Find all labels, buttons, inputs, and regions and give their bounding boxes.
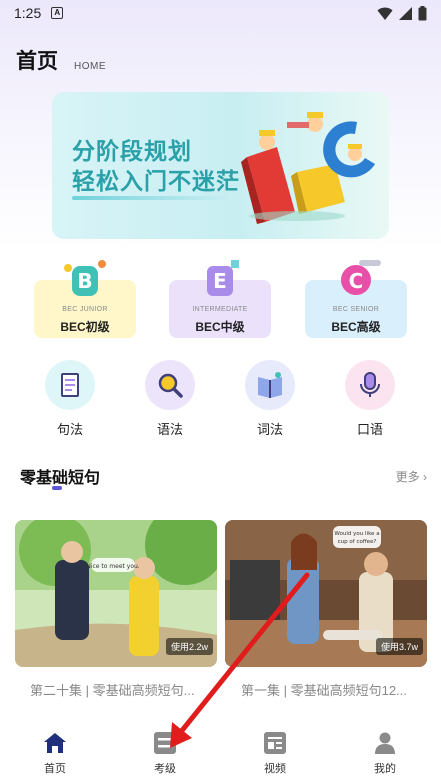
svg-text:E: E xyxy=(213,269,227,293)
nav-label: 视频 xyxy=(264,763,286,775)
notebook-icon xyxy=(45,360,95,410)
status-bar: 1:25 A xyxy=(0,0,441,26)
page-subtitle: HOME xyxy=(74,61,106,72)
more-label: 更多 xyxy=(395,470,420,484)
nav-home[interactable]: 首页 xyxy=(25,731,85,776)
video-caption[interactable]: 第一集 | 零基础高频短句12... xyxy=(241,680,431,699)
skill-label: 句法 xyxy=(56,422,83,437)
video-card-episode-1[interactable]: Would you like a cup of coffee? 使用3.7w xyxy=(225,520,427,667)
speech-bubble-line1: Would you like a xyxy=(334,531,379,537)
notification-a-icon: A xyxy=(51,7,64,19)
abc-blocks-illustration xyxy=(241,112,375,224)
nav-video[interactable]: 视频 xyxy=(245,731,305,776)
skill-grammar[interactable]: 语法 xyxy=(138,360,202,438)
signal-icon xyxy=(399,6,412,20)
video-caption[interactable]: 第二十集 | 零基础高频短句... xyxy=(30,680,220,699)
skill-label: 词法 xyxy=(256,422,283,437)
bottom-navigation: 首页 考级 视频 我的 xyxy=(0,724,441,784)
level-name: BEC高级 xyxy=(331,320,381,334)
section-title: 零基础短句 xyxy=(20,470,101,487)
home-icon xyxy=(44,733,66,753)
speech-bubble-line2: cup of coffee? xyxy=(338,539,377,545)
letter-e-icon: E xyxy=(207,260,239,296)
level-tag: INTERMEDIATE xyxy=(192,306,248,313)
level-card-bec-intermediate[interactable]: E INTERMEDIATE BEC中级 xyxy=(169,260,271,338)
svg-text:B: B xyxy=(77,269,92,293)
skill-syntax[interactable]: 句法 xyxy=(38,360,102,438)
magnifier-icon xyxy=(145,360,195,410)
battery-icon xyxy=(418,5,427,20)
level-tag: BEC SENIOR xyxy=(332,306,380,313)
book-icon xyxy=(245,360,295,410)
promo-banner[interactable]: 分阶段规划 轻松入门不迷茫 xyxy=(52,92,389,239)
exam-list-icon xyxy=(154,732,176,754)
nav-label: 我的 xyxy=(374,763,396,775)
letter-b-icon: B xyxy=(64,260,106,296)
page-header: 首页 HOME xyxy=(16,45,106,75)
letter-c-icon: C xyxy=(341,260,381,295)
video-icon xyxy=(264,732,286,754)
nav-exam[interactable]: 考级 xyxy=(135,731,195,776)
chevron-right-icon: › xyxy=(423,470,427,484)
level-tag: BEC JUNIOR xyxy=(62,306,108,313)
banner-subheadline: 轻松入门不迷茫 xyxy=(72,168,240,194)
status-time: 1:25 xyxy=(14,5,42,21)
skill-morphology[interactable]: 词法 xyxy=(238,360,302,438)
svg-text:C: C xyxy=(349,269,364,293)
level-name: BEC初级 xyxy=(60,320,110,334)
level-name: BEC中级 xyxy=(195,320,245,334)
nav-profile[interactable]: 我的 xyxy=(355,731,415,776)
level-card-bec-senior[interactable]: C BEC SENIOR BEC高级 xyxy=(305,260,407,338)
video-card-episode-20[interactable]: Nice to meet you. 使用2.2w xyxy=(15,520,217,667)
level-card-bec-junior[interactable]: B BEC JUNIOR BEC初级 xyxy=(34,260,136,338)
skill-label: 口语 xyxy=(356,422,383,437)
more-link[interactable]: 更多 › xyxy=(396,468,427,485)
nav-label: 考级 xyxy=(154,763,176,775)
usage-count-badge: 使用3.7w xyxy=(375,638,423,655)
microphone-icon xyxy=(345,360,395,410)
person-icon xyxy=(375,732,395,754)
section-underline xyxy=(52,486,62,490)
skill-speaking[interactable]: 口语 xyxy=(338,360,402,438)
nav-label: 首页 xyxy=(44,763,66,775)
wifi-icon xyxy=(377,7,393,20)
banner-headline: 分阶段规划 xyxy=(72,138,192,164)
skill-label: 语法 xyxy=(156,422,183,437)
usage-count-badge: 使用2.2w xyxy=(165,638,213,655)
banner-decoration-bar xyxy=(72,196,232,200)
page-title: 首页 xyxy=(16,50,58,73)
speech-bubble-text: Nice to meet you. xyxy=(86,563,139,570)
